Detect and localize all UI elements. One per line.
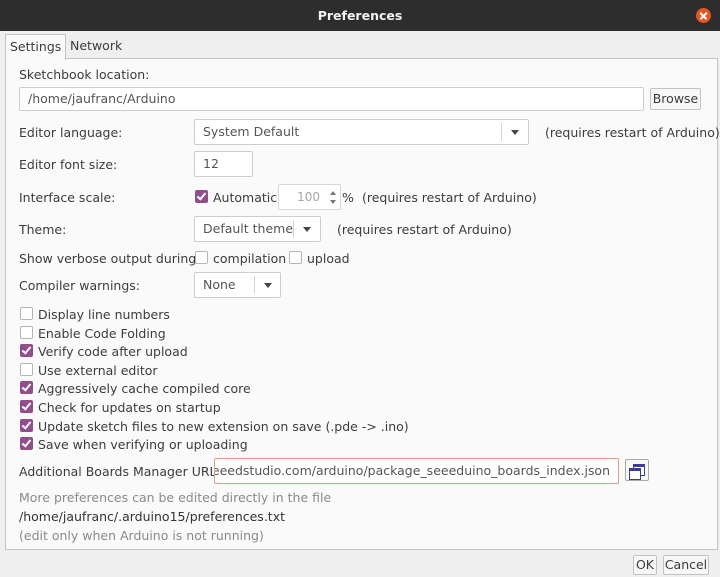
chevron-down-icon bbox=[264, 283, 272, 288]
option-label: Aggressively cache compiled core bbox=[38, 381, 251, 396]
theme-label: Theme: bbox=[19, 222, 67, 237]
verbose-label: Show verbose output during: bbox=[19, 251, 201, 266]
option-label: Save when verifying or uploading bbox=[38, 437, 248, 452]
editor-language-note: (requires restart of Arduino) bbox=[545, 125, 720, 140]
tab-network[interactable]: Network bbox=[66, 34, 126, 57]
verbose-upload-label: upload bbox=[307, 251, 350, 266]
interface-scale-automatic-checkbox[interactable] bbox=[195, 190, 208, 203]
edit-note: (edit only when Arduino is not running) bbox=[19, 528, 264, 543]
window-icon bbox=[629, 468, 641, 480]
window-title: Preferences bbox=[317, 8, 403, 23]
verbose-upload-checkbox[interactable] bbox=[289, 251, 302, 264]
tab-settings[interactable]: Settings bbox=[5, 34, 67, 60]
compiler-warnings-value: None bbox=[203, 277, 236, 292]
cancel-button[interactable]: Cancel bbox=[663, 555, 709, 575]
editor-language-select[interactable]: System Default bbox=[194, 119, 529, 145]
option-label: Update sketch files to new extension on … bbox=[38, 419, 409, 434]
verbose-compilation-checkbox[interactable] bbox=[195, 251, 208, 264]
compiler-warnings-label: Compiler warnings: bbox=[19, 278, 141, 293]
chevron-down-icon bbox=[511, 130, 519, 135]
option-checkbox[interactable] bbox=[20, 307, 33, 320]
spin-up-icon[interactable] bbox=[330, 191, 336, 195]
editor-language-value: System Default bbox=[203, 124, 300, 139]
interface-scale-label: Interface scale: bbox=[19, 190, 116, 205]
sketchbook-input[interactable]: /home/jaufranc/Arduino bbox=[19, 87, 644, 111]
option-checkbox[interactable] bbox=[20, 419, 33, 432]
option-checkbox[interactable] bbox=[20, 326, 33, 339]
boards-urls-label: Additional Boards Manager URLs: bbox=[19, 464, 228, 479]
compiler-warnings-select[interactable]: None bbox=[194, 272, 281, 298]
ok-button[interactable]: OK bbox=[633, 555, 657, 575]
theme-note: (requires restart of Arduino) bbox=[337, 222, 512, 237]
editor-font-size-label: Editor font size: bbox=[19, 157, 118, 172]
option-checkbox[interactable] bbox=[20, 381, 33, 394]
option-checkbox[interactable] bbox=[20, 437, 33, 450]
interface-scale-unit: % bbox=[342, 190, 354, 205]
editor-font-size-input[interactable]: 12 bbox=[194, 151, 253, 177]
chevron-down-icon bbox=[303, 227, 311, 232]
option-label: Check for updates on startup bbox=[38, 400, 221, 415]
option-label: Enable Code Folding bbox=[38, 326, 166, 341]
preferences-path: /home/jaufranc/.arduino15/preferences.tx… bbox=[19, 509, 285, 524]
interface-scale-value: 100 bbox=[297, 190, 320, 204]
theme-select[interactable]: Default theme bbox=[194, 216, 321, 242]
close-icon[interactable] bbox=[696, 8, 711, 23]
verbose-compilation-label: compilation bbox=[213, 251, 287, 266]
title-bar: Preferences bbox=[0, 0, 720, 31]
boards-urls-value: es.seeedstudio.com/arduino/package_seeed… bbox=[214, 463, 610, 478]
option-checkbox[interactable] bbox=[20, 400, 33, 413]
boards-urls-input[interactable]: es.seeedstudio.com/arduino/package_seeed… bbox=[214, 458, 619, 484]
interface-scale-spinner[interactable]: 100 bbox=[278, 184, 341, 210]
editor-language-label: Editor language: bbox=[19, 125, 123, 140]
option-checkbox[interactable] bbox=[20, 344, 33, 357]
option-label: Display line numbers bbox=[38, 307, 170, 322]
theme-value: Default theme bbox=[203, 221, 294, 236]
interface-scale-automatic-label: Automatic bbox=[213, 190, 278, 205]
spin-down-icon[interactable] bbox=[330, 200, 336, 204]
option-checkbox[interactable] bbox=[20, 363, 33, 376]
open-url-list-button[interactable] bbox=[625, 459, 649, 481]
browse-button[interactable]: Browse bbox=[650, 88, 701, 110]
more-preferences-text: More preferences can be edited directly … bbox=[19, 490, 332, 505]
sketchbook-label: Sketchbook location: bbox=[19, 67, 150, 82]
option-label: Verify code after upload bbox=[38, 344, 188, 359]
interface-scale-note: (requires restart of Arduino) bbox=[362, 190, 537, 205]
option-label: Use external editor bbox=[38, 363, 158, 378]
